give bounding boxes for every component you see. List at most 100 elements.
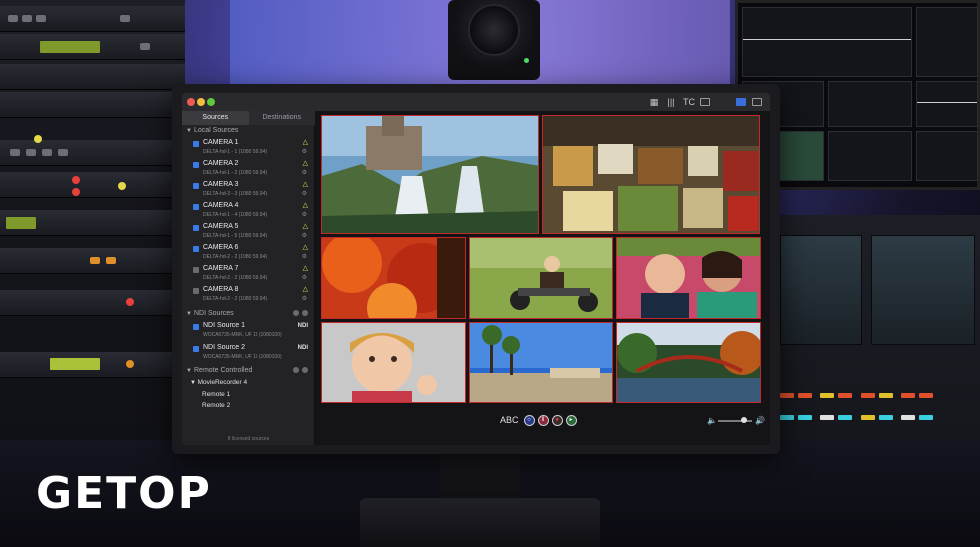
rack-unit [0,92,185,118]
video-tile-camera-5[interactable] [616,237,761,319]
rack-unit [0,6,185,32]
preset-label: ABC [500,415,519,425]
add-icon[interactable] [302,367,308,373]
source-checkbox[interactable] [193,225,199,231]
disclosure-down-icon[interactable]: ▼ [186,311,194,317]
remove-icon[interactable] [293,367,299,373]
source-row-ndi-1[interactable]: NDI Source 1 WOCA0735-MRK, UF 1I (108010… [192,321,310,342]
source-detail: DELTA-hd-1 - 5 (1080 59.94) [203,233,268,239]
source-name: CAMERA 6 [203,244,239,251]
play-icon[interactable]: ▸ [565,414,577,426]
tab-destinations[interactable]: Destinations [248,111,315,125]
source-checkbox[interactable] [193,204,199,210]
source-checkbox[interactable] [193,246,199,252]
remote-controlled-header[interactable]: ▼ Remote Controlled [186,367,311,374]
source-row-camera-1[interactable]: CAMERA 1 DELTA-hd-1 - 1 (1080 59.94) △ ⚙ [192,138,310,159]
source-row-ndi-2[interactable]: NDI Source 2 WOCA0735-MRK, UF 1I (108010… [192,343,310,364]
source-row-camera-2[interactable]: CAMERA 2 DELTA-hd-1 - 2 (1080 59.94) △ ⚙ [192,159,310,180]
remove-icon[interactable] [293,310,299,316]
video-tile-camera-8[interactable] [616,322,761,403]
speaker-led [524,58,529,63]
warning-icon: △ [302,181,308,188]
source-checkbox[interactable] [193,288,199,294]
audio-meter-icon[interactable]: ||| [664,96,678,108]
gear-icon[interactable]: ⚙ [302,190,307,197]
rack-unit [0,172,185,198]
video-tile-camera-6[interactable] [321,322,466,403]
source-checkbox[interactable] [193,324,199,330]
source-name: NDI Source 2 [203,344,246,351]
gear-icon[interactable]: ⚙ [302,253,307,260]
display-icon[interactable] [700,98,710,106]
license-count: 8 licensed sources [227,436,270,442]
source-checkbox[interactable] [193,267,199,273]
gear-icon[interactable]: ⚙ [302,232,307,239]
add-icon[interactable] [302,310,308,316]
titlebar: ▦ ||| TC [182,93,770,111]
source-name: CAMERA 1 [203,139,239,146]
gear-icon[interactable]: ⚙ [302,295,307,302]
zoom-button[interactable] [207,98,215,106]
video-tile-camera-7[interactable] [469,322,613,403]
timecode-button[interactable]: TC [682,96,696,108]
source-detail: DELTA-hd-1 - 4 (1080 59.94) [203,212,268,218]
ndi-badge: NDI [297,345,308,351]
source-row-camera-8[interactable]: CAMERA 8 DELTA-hd-2 - 2 (1080 59.94) △ ⚙ [192,285,310,306]
source-checkbox[interactable] [193,346,199,352]
video-tile-camera-4[interactable] [469,237,613,319]
record-mode-icon[interactable]: ○ [523,414,535,426]
source-checkbox[interactable] [193,162,199,168]
video-feed [543,116,759,233]
volume-slider-knob[interactable] [741,417,747,423]
gear-icon[interactable]: ⚙ [302,169,307,176]
minimize-button[interactable] [197,98,205,106]
sidebar-toggle-icon[interactable] [736,98,746,106]
gear-icon[interactable]: ⚙ [302,211,307,218]
tab-sources[interactable]: Sources [182,111,249,125]
remote-item-1[interactable]: Remote 1 [202,391,230,398]
disclosure-down-icon[interactable]: ▼ [186,128,194,134]
multiview-grid [321,115,761,403]
video-tile-camera-1[interactable] [321,115,539,234]
monitor-stand-base [360,498,600,547]
app-window: ▦ ||| TC Sources Destinations ▼ Local Sou… [182,93,770,445]
warning-icon: △ [302,223,308,230]
source-row-camera-3[interactable]: CAMERA 3 DELTA-hd-3 - 3 (1080 59.94) △ ⚙ [192,180,310,201]
rack-unit [0,290,185,316]
gear-icon[interactable]: ⚙ [302,148,307,155]
source-detail: DELTA-hd-1 - 2 (1080 59.94) [203,170,268,176]
video-tile-camera-3[interactable] [321,237,466,319]
warning-icon: △ [302,265,308,272]
source-row-camera-7[interactable]: CAMERA 7 DELTA-hd-2 - 2 (1080 59.94) △ ⚙ [192,264,310,285]
disclosure-down-icon[interactable]: ▼ [190,380,198,386]
equipment-rack [0,0,185,440]
pause-icon[interactable]: ‖ [537,414,549,426]
close-button[interactable] [187,98,195,106]
source-checkbox[interactable] [193,141,199,147]
warning-icon: △ [302,286,308,293]
gear-icon[interactable]: ⚙ [302,274,307,281]
source-detail: DELTA-hd-2 - 2 (1080 59.94) [203,296,268,302]
warning-icon: △ [302,202,308,209]
grid-view-icon[interactable]: ▦ [648,96,660,108]
rack-unit [0,135,185,166]
source-name: CAMERA 4 [203,202,239,209]
inspector-toggle-icon[interactable] [752,98,762,106]
video-feed [470,323,612,402]
sidebar-tabs: Sources Destinations [182,111,315,125]
disclosure-down-icon[interactable]: ▼ [186,368,194,374]
video-tile-camera-2[interactable] [542,115,760,234]
video-feed [470,238,612,318]
source-checkbox[interactable] [193,183,199,189]
local-sources-header[interactable]: ▼ Local Sources [186,127,238,134]
source-row-camera-4[interactable]: CAMERA 4 DELTA-hd-1 - 4 (1080 59.94) △ ⚙ [192,201,310,222]
source-row-camera-5[interactable]: CAMERA 5 DELTA-hd-1 - 5 (1080 59.94) △ ⚙ [192,222,310,243]
remote-item-2[interactable]: Remote 2 [202,402,230,409]
ndi-badge: NDI [297,323,308,329]
source-row-camera-6[interactable]: CAMERA 6 DELTA-hd-2 - 2 (1080 59.94) △ ⚙ [192,243,310,264]
recorder-group[interactable]: ▼ MovieRecorder 4 [190,379,247,386]
ndi-sources-header[interactable]: ▼ NDI Sources [186,310,311,317]
record-icon[interactable]: ● [551,414,563,426]
source-name: CAMERA 8 [203,286,239,293]
rack-unit [0,34,185,60]
